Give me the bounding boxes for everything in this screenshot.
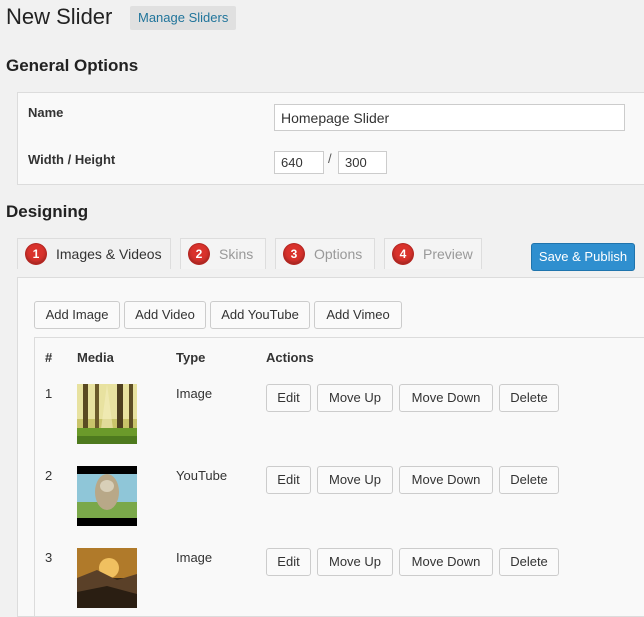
name-input[interactable] <box>274 104 625 131</box>
landscape-thumbnail <box>77 548 137 608</box>
move-down-button[interactable]: Move Down <box>399 384 493 412</box>
step-1-badge-icon: 1 <box>26 244 46 264</box>
add-youtube-button[interactable]: Add YouTube <box>210 301 310 329</box>
row-number: 3 <box>45 550 53 565</box>
tab-label: Options <box>314 246 363 262</box>
add-video-button[interactable]: Add Video <box>124 301 206 329</box>
column-header-type: Type <box>176 350 206 365</box>
name-label: Name <box>28 105 64 120</box>
move-up-button[interactable]: Move Up <box>317 466 393 494</box>
move-up-button[interactable]: Move Up <box>317 548 393 576</box>
tab-images-videos[interactable]: 1 Images & Videos <box>17 238 171 269</box>
row-number: 1 <box>45 386 53 401</box>
delete-button[interactable]: Delete <box>499 384 559 412</box>
delete-button[interactable]: Delete <box>499 466 559 494</box>
tab-options[interactable]: 3 Options <box>275 238 375 269</box>
edit-button[interactable]: Edit <box>266 548 311 576</box>
designing-heading: Designing <box>6 202 89 221</box>
height-input[interactable] <box>338 151 387 174</box>
row-type: Image <box>176 550 213 565</box>
move-down-button[interactable]: Move Down <box>399 466 493 494</box>
row-type: YouTube <box>176 468 228 483</box>
column-header-actions: Actions <box>266 350 314 365</box>
tab-label: Images & Videos <box>56 246 162 262</box>
save-publish-button[interactable]: Save & Publish <box>531 243 635 271</box>
width-height-separator: / <box>328 151 332 166</box>
move-down-button[interactable]: Move Down <box>399 548 493 576</box>
tab-label: Preview <box>423 246 473 262</box>
general-options-heading: General Options <box>6 56 139 75</box>
tab-preview[interactable]: 4 Preview <box>384 238 482 269</box>
delete-button[interactable]: Delete <box>499 548 559 576</box>
edit-button[interactable]: Edit <box>266 466 311 494</box>
youtube-thumbnail <box>77 466 137 526</box>
row-type: Image <box>176 386 213 401</box>
width-input[interactable] <box>274 151 324 174</box>
edit-button[interactable]: Edit <box>266 384 311 412</box>
step-2-badge-icon: 2 <box>189 244 209 264</box>
move-up-button[interactable]: Move Up <box>317 384 393 412</box>
step-3-badge-icon: 3 <box>284 244 304 264</box>
step-4-badge-icon: 4 <box>393 244 413 264</box>
row-number: 2 <box>45 468 53 483</box>
column-header-media: Media <box>77 350 114 365</box>
tab-skins[interactable]: 2 Skins <box>180 238 266 269</box>
forest-thumbnail <box>77 384 137 444</box>
column-header-number: # <box>45 350 53 365</box>
add-vimeo-button[interactable]: Add Vimeo <box>314 301 402 329</box>
manage-sliders-button[interactable]: Manage Sliders <box>130 6 237 30</box>
tab-label: Skins <box>219 246 254 262</box>
width-height-label: Width / Height <box>28 152 116 167</box>
add-image-button[interactable]: Add Image <box>34 301 120 329</box>
page-title: New Slider <box>6 4 113 29</box>
